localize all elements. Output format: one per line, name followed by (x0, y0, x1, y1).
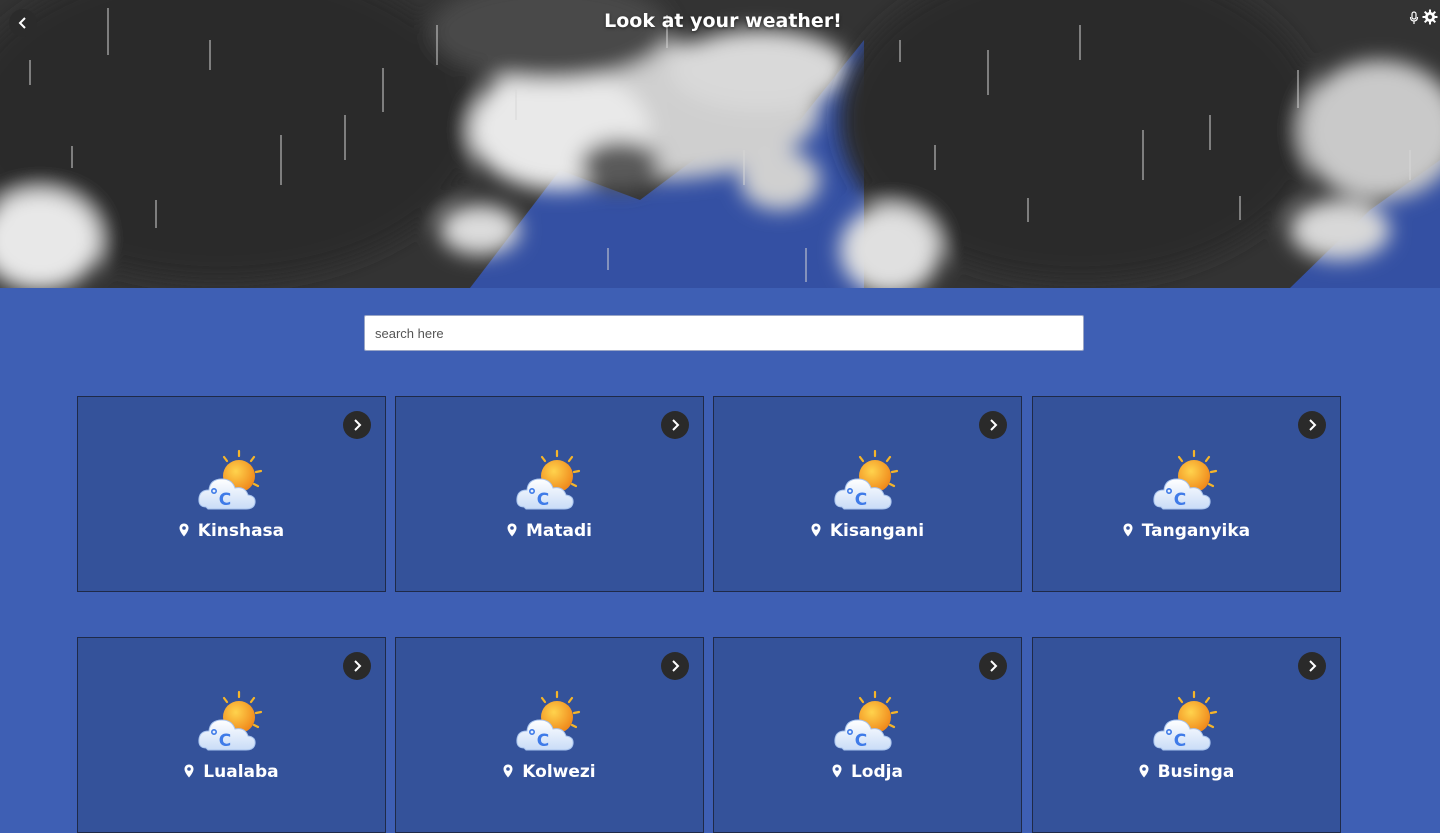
open-city-button[interactable] (979, 411, 1007, 439)
city-card-tanganyika[interactable]: C Tanganyika (1032, 396, 1341, 592)
open-city-button[interactable] (343, 652, 371, 680)
city-label: Matadi (396, 521, 703, 541)
svg-text:C: C (854, 731, 866, 751)
open-city-button[interactable] (1298, 411, 1326, 439)
gear-icon[interactable] (1422, 9, 1438, 29)
city-name: Tanganyika (1141, 521, 1251, 541)
city-card-matadi[interactable]: C Matadi (395, 396, 704, 592)
svg-text:C: C (218, 731, 230, 751)
chevron-right-icon (987, 416, 999, 435)
city-card-lualaba[interactable]: C Lualaba (77, 637, 386, 833)
top-right-icons (1409, 9, 1438, 29)
partly-cloudy-celsius-icon: C (833, 449, 902, 515)
city-card-kinshasa[interactable]: C Kinshasa (77, 396, 386, 592)
open-city-button[interactable] (661, 652, 689, 680)
open-city-button[interactable] (343, 411, 371, 439)
location-pin-icon (1123, 521, 1142, 541)
city-name: Kolwezi (522, 762, 596, 782)
svg-text:C: C (218, 490, 230, 510)
city-name: Lodja (850, 762, 903, 782)
location-pin-icon (503, 762, 522, 782)
city-name: Matadi (525, 521, 592, 541)
location-pin-icon (832, 762, 851, 782)
city-label: Lodja (714, 762, 1021, 782)
rain-cloud-background (0, 0, 1440, 288)
svg-text:C: C (1173, 731, 1185, 751)
partly-cloudy-celsius-icon: C (1152, 449, 1221, 515)
hero-banner: Look at your weather! (0, 0, 1440, 288)
city-name: Lualaba (203, 762, 279, 782)
open-city-button[interactable] (1298, 652, 1326, 680)
city-card-businga[interactable]: C Businga (1032, 637, 1341, 833)
partly-cloudy-celsius-icon: C (197, 690, 266, 756)
city-label: Lualaba (78, 762, 385, 782)
svg-text:C: C (536, 731, 548, 751)
city-name: Kinshasa (197, 521, 285, 541)
partly-cloudy-celsius-icon: C (197, 449, 266, 515)
page-title: Look at your weather! (604, 10, 842, 32)
partly-cloudy-celsius-icon: C (1152, 690, 1221, 756)
partly-cloudy-celsius-icon: C (515, 690, 584, 756)
chevron-right-icon (1306, 416, 1318, 435)
chevron-right-icon (351, 416, 363, 435)
city-name: Businga (1157, 762, 1235, 782)
city-label: Kinshasa (78, 521, 385, 541)
chevron-right-icon (1306, 657, 1318, 676)
microphone-icon[interactable] (1409, 10, 1419, 29)
location-pin-icon (507, 521, 526, 541)
chevron-right-icon (987, 657, 999, 676)
chevron-right-icon (669, 657, 681, 676)
city-name: Kisangani (829, 521, 925, 541)
svg-text:C: C (1173, 490, 1185, 510)
partly-cloudy-celsius-icon: C (515, 449, 584, 515)
city-label: Kolwezi (396, 762, 703, 782)
location-pin-icon (1139, 762, 1158, 782)
location-pin-icon (179, 521, 198, 541)
open-city-button[interactable] (661, 411, 689, 439)
location-pin-icon (184, 762, 203, 782)
svg-text:C: C (536, 490, 548, 510)
location-pin-icon (811, 521, 830, 541)
open-city-button[interactable] (979, 652, 1007, 680)
city-label: Kisangani (714, 521, 1021, 541)
chevron-right-icon (669, 416, 681, 435)
partly-cloudy-celsius-icon: C (833, 690, 902, 756)
city-card-kisangani[interactable]: C Kisangani (713, 396, 1022, 592)
city-card-lodja[interactable]: C Lodja (713, 637, 1022, 833)
city-label: Tanganyika (1033, 521, 1340, 541)
svg-text:C: C (854, 490, 866, 510)
city-label: Businga (1033, 762, 1340, 782)
city-card-kolwezi[interactable]: C Kolwezi (395, 637, 704, 833)
search-input[interactable] (364, 315, 1084, 351)
chevron-right-icon (351, 657, 363, 676)
